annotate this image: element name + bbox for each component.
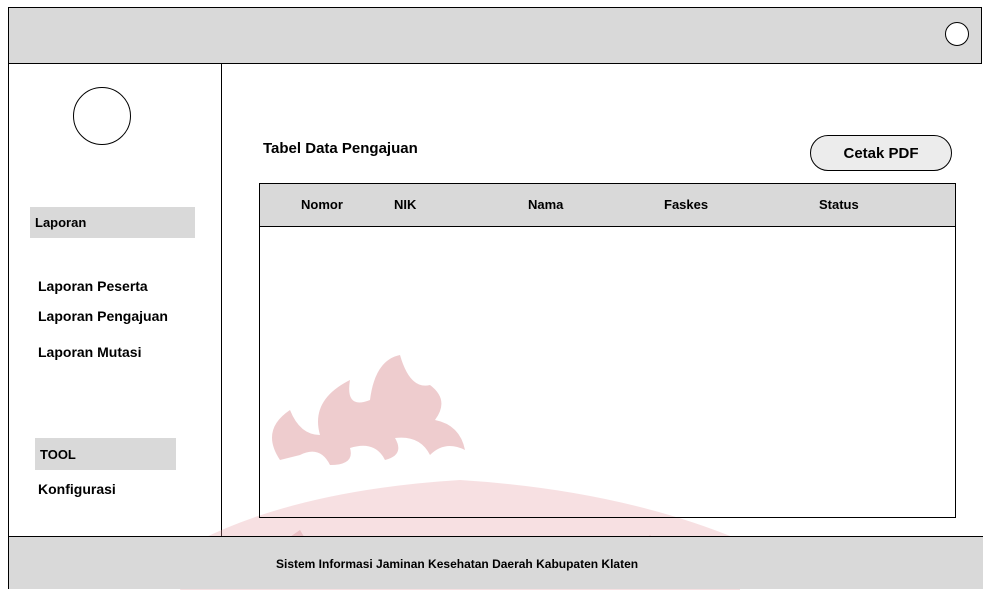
sidebar-item-laporan-pengajuan[interactable]: Laporan Pengajuan — [38, 308, 168, 324]
sidebar-item-label: Konfigurasi — [38, 481, 116, 497]
page-title: Tabel Data Pengajuan — [263, 140, 418, 157]
sidebar-item-label: Laporan Pengajuan — [38, 308, 168, 324]
sidebar-item-label: Laporan Peserta — [38, 278, 148, 294]
avatar — [73, 87, 131, 145]
sidebar-item-label: Laporan Mutasi — [38, 344, 142, 360]
footer: Sistem Informasi Jaminan Kesehatan Daera… — [8, 536, 983, 589]
data-table: Nomor NIK Nama Faskes Status — [259, 183, 956, 518]
cetak-pdf-button[interactable]: Cetak PDF — [810, 135, 952, 171]
column-header-faskes[interactable]: Faskes — [664, 197, 708, 212]
sidebar-item-konfigurasi[interactable]: Konfigurasi — [38, 481, 116, 497]
sidebar-item-laporan-peserta[interactable]: Laporan Peserta — [38, 278, 148, 294]
sidebar-section-laporan: Laporan — [30, 207, 195, 238]
sidebar-section-laporan-label: Laporan — [35, 215, 87, 230]
sidebar-section-tool-label: TOOL — [40, 446, 76, 462]
sidebar-section-tool: TOOL — [35, 438, 176, 470]
profile-circle-icon[interactable] — [945, 22, 969, 46]
top-bar — [8, 7, 982, 64]
footer-text: Sistem Informasi Jaminan Kesehatan Daera… — [276, 557, 639, 571]
column-header-nik[interactable]: NIK — [394, 197, 416, 212]
column-header-nama[interactable]: Nama — [528, 197, 563, 212]
column-header-nomor[interactable]: Nomor — [301, 197, 343, 212]
sidebar-item-laporan-mutasi[interactable]: Laporan Mutasi — [38, 344, 141, 360]
table-header: Nomor NIK Nama Faskes Status — [260, 184, 955, 227]
column-header-status[interactable]: Status — [819, 197, 859, 212]
